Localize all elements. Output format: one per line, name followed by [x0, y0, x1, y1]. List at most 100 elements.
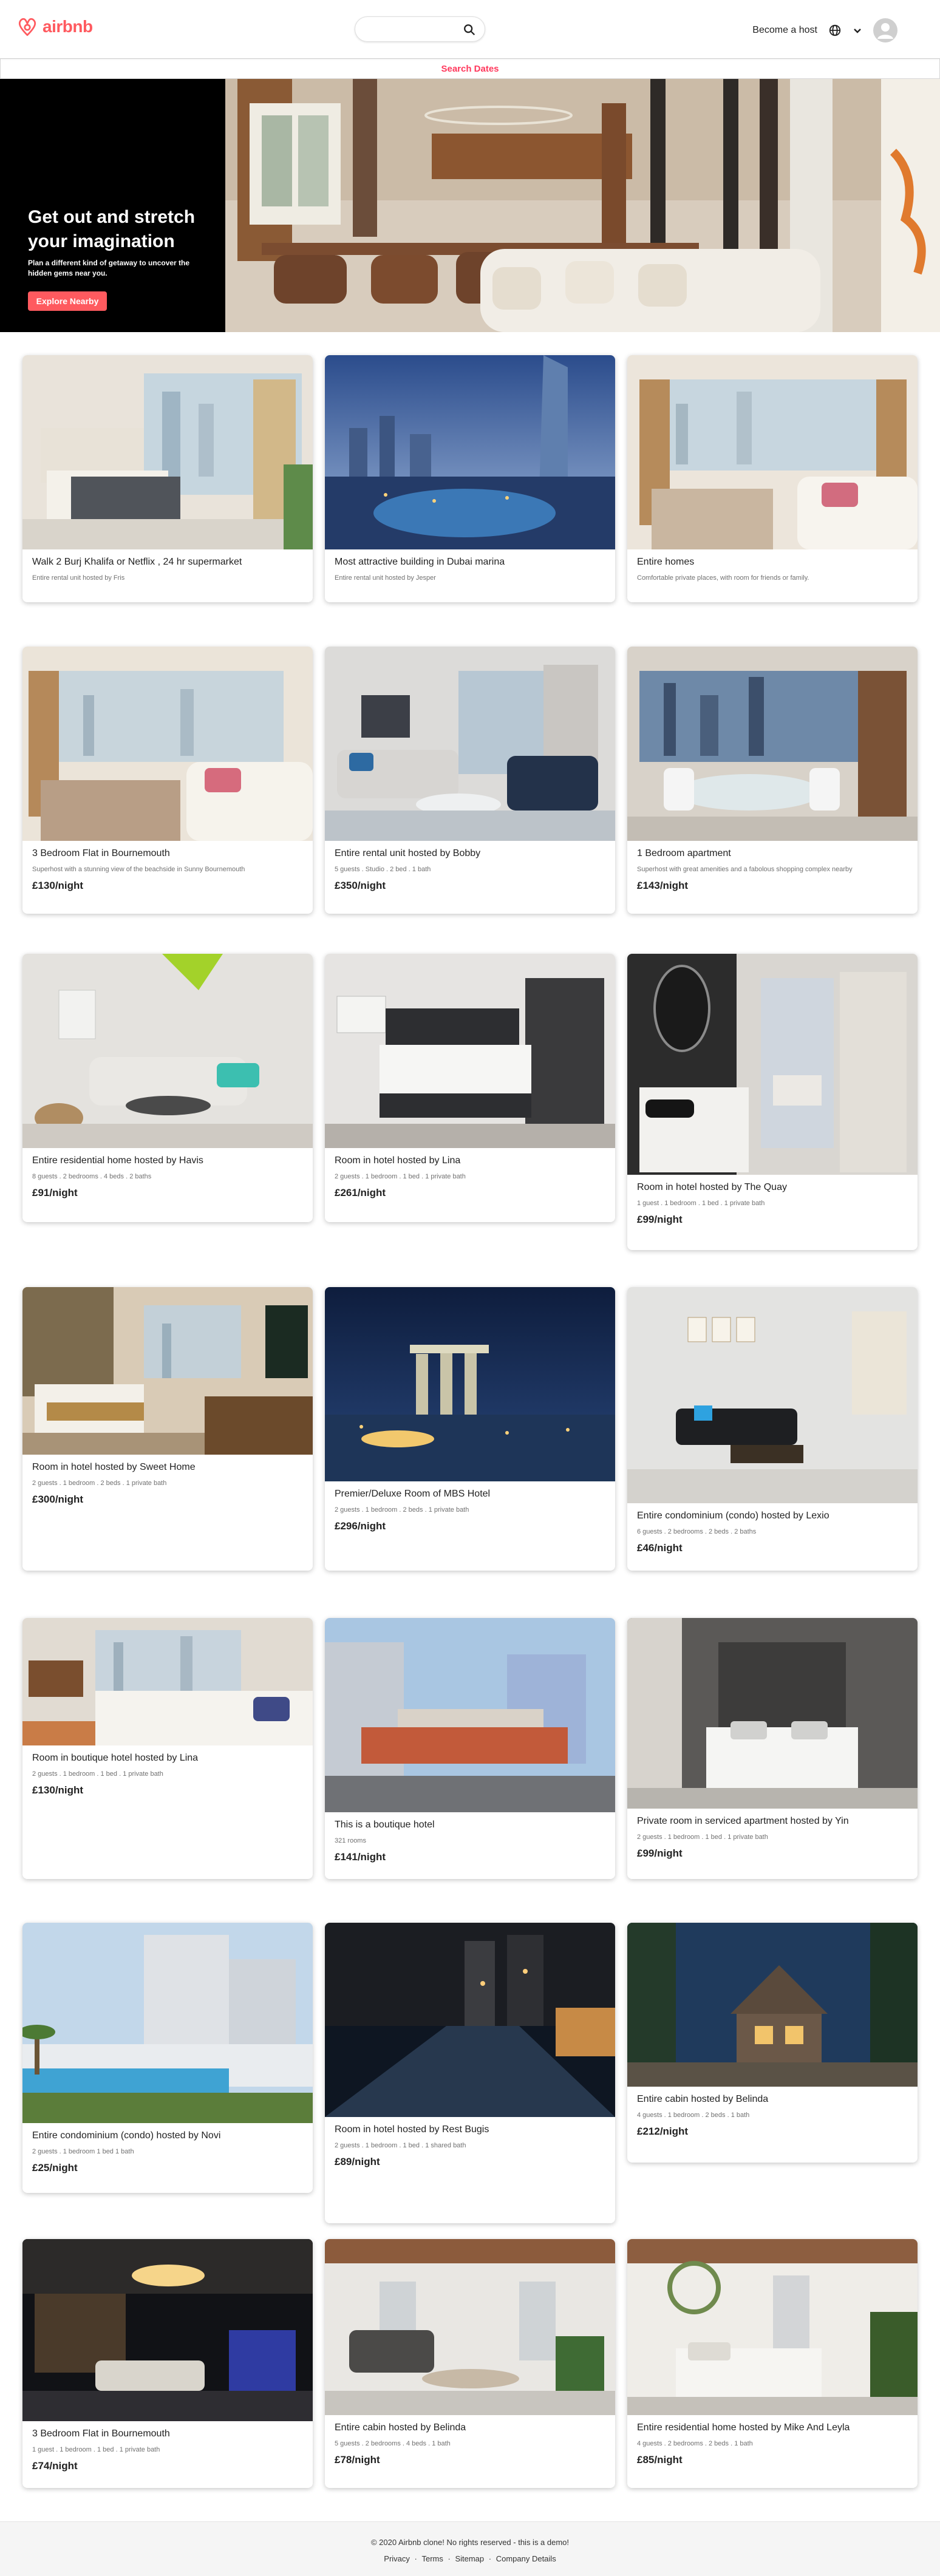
listing-title: Room in hotel hosted by Rest Bugis [335, 2124, 489, 2135]
airbnb-logo[interactable]: airbnb [17, 16, 93, 38]
listing-description: 321 rooms [335, 1837, 366, 1844]
listing-card[interactable]: 3 Bedroom Flat in Bournemouth Superhost … [22, 647, 313, 914]
listing-card[interactable]: Premier/Deluxe Room of MBS Hotel 2 guest… [325, 1287, 615, 1571]
listing-description: 2 guests . 1 bedroom . 1 bed . 1 shared … [335, 2142, 466, 2149]
footer-link-company-details[interactable]: Company Details [496, 2554, 556, 2563]
listing-description: Superhost with a stunning view of the be… [32, 866, 245, 873]
listing-card[interactable]: Entire condominium (condo) hosted by Lex… [627, 1287, 918, 1571]
listing-photo [325, 355, 615, 549]
listing-title: Room in hotel hosted by The Quay [637, 1182, 787, 1192]
listing-price: £261/night [335, 1187, 386, 1198]
listing-photo [325, 1287, 615, 1481]
listing-card[interactable]: Entire residential home hosted by Mike A… [627, 2239, 918, 2488]
listings-grid: Walk 2 Burj Khalifa or Netflix , 24 hr s… [0, 332, 940, 2521]
listing-card[interactable]: Walk 2 Burj Khalifa or Netflix , 24 hr s… [22, 355, 313, 602]
hero-subtitle: Plan a different kind of getaway to unco… [28, 259, 190, 277]
listing-card[interactable]: Entire rental unit hosted by Bobby 5 gue… [325, 647, 615, 914]
hero-interior-image [225, 79, 940, 332]
listing-card[interactable]: Entire cabin hosted by Belinda 5 guests … [325, 2239, 615, 2488]
listing-price: £74/night [32, 2460, 78, 2472]
listing-description: 6 guests . 2 bedrooms . 2 beds . 2 baths [637, 1528, 757, 1535]
listing-title: Entire homes [637, 557, 695, 567]
listing-price: £99/night [637, 1214, 683, 1225]
footer-links: Privacy · Terms · Sitemap · Company Deta… [0, 2554, 940, 2563]
listing-title: Entire condominium (condo) hosted by Nov… [32, 2130, 221, 2141]
listing-description: 2 guests . 1 bedroom . 2 beds . 1 privat… [32, 1480, 167, 1487]
listing-photo [325, 954, 615, 1148]
listing-price: £296/night [335, 1520, 386, 1532]
listing-photo [325, 647, 615, 841]
listing-description: 2 guests . 1 bedroom . 2 beds . 1 privat… [335, 1506, 469, 1514]
listing-card[interactable]: 1 Bedroom apartment Superhost with great… [627, 647, 918, 914]
airbnb-logo-icon [18, 18, 36, 36]
listing-card[interactable]: Entire condominium (condo) hosted by Nov… [22, 1923, 313, 2193]
listing-card[interactable]: Room in hotel hosted by Rest Bugis 2 gue… [325, 1923, 615, 2223]
listing-card[interactable]: Room in hotel hosted by The Quay 1 guest… [627, 954, 918, 1250]
listing-card[interactable]: Most attractive building in Dubai marina… [325, 355, 615, 602]
listing-photo [627, 355, 918, 549]
footer-link-terms[interactable]: Terms [421, 2554, 443, 2563]
listing-description: 1 guest . 1 bedroom . 1 bed . 1 private … [637, 1200, 765, 1207]
listing-price: £46/night [637, 1542, 683, 1554]
hero-banner: Get out and stretch your imagination Pla… [0, 79, 940, 332]
listing-photo [22, 1287, 313, 1455]
listing-photo [325, 1923, 615, 2117]
explore-nearby-button[interactable]: Explore Nearby [28, 291, 107, 311]
listing-description: 4 guests . 2 bedrooms . 2 beds . 1 bath [637, 2440, 753, 2447]
listing-card[interactable]: This is a boutique hotel 321 rooms £141/… [325, 1618, 615, 1879]
listing-title: Entire condominium (condo) hosted by Lex… [637, 1511, 829, 1521]
listing-description: 5 guests . 2 bedrooms . 4 beds . 1 bath [335, 2440, 451, 2447]
listing-title: Private room in serviced apartment hoste… [637, 1816, 849, 1826]
listing-description: Entire rental unit hosted by Jesper [335, 574, 436, 582]
listing-title: Entire cabin hosted by Belinda [335, 2422, 466, 2433]
site-header: airbnb Become a host [0, 0, 940, 58]
listing-card[interactable]: Entire residential home hosted by Havis … [22, 954, 313, 1222]
search-icon[interactable] [463, 23, 476, 36]
header-right-nav: Become a host [752, 18, 897, 42]
listing-title: Entire residential home hosted by Havis [32, 1155, 203, 1166]
listing-price: £141/night [335, 1851, 386, 1863]
listing-description: 4 guests . 1 bedroom . 2 beds . 1 bath [637, 2112, 750, 2119]
listing-photo [22, 954, 313, 1148]
listing-price: £130/night [32, 1784, 84, 1796]
user-avatar-icon[interactable] [873, 18, 897, 42]
listing-price: £85/night [637, 2454, 683, 2466]
listing-price: £143/night [637, 880, 689, 891]
listing-price: £300/night [32, 1494, 84, 1505]
listing-card[interactable]: Room in boutique hotel hosted by Lina 2 … [22, 1618, 313, 1879]
listing-card[interactable]: Entire cabin hosted by Belinda 4 guests … [627, 1923, 918, 2163]
footer-link-privacy[interactable]: Privacy [384, 2554, 410, 2563]
search-box[interactable] [355, 16, 485, 42]
search-input[interactable] [364, 22, 455, 36]
chevron-down-icon[interactable] [853, 25, 862, 35]
footer-separator: · [486, 2554, 494, 2563]
listing-title: 1 Bedroom apartment [637, 848, 731, 858]
footer-separator: · [412, 2554, 420, 2563]
become-host-link[interactable]: Become a host [752, 25, 817, 36]
listing-title: 3 Bedroom Flat in Bournemouth [32, 848, 170, 858]
listing-card[interactable]: Private room in serviced apartment hoste… [627, 1618, 918, 1879]
listing-card[interactable]: Room in hotel hosted by Sweet Home 2 gue… [22, 1287, 313, 1571]
listing-description: 5 guests . Studio . 2 bed . 1 bath [335, 866, 431, 873]
listing-title: This is a boutique hotel [335, 1820, 435, 1830]
listing-description: 2 guests . 1 bedroom . 1 bed . 1 private… [335, 1173, 466, 1180]
listing-price: £91/night [32, 1187, 78, 1198]
listing-photo [22, 2239, 313, 2421]
listing-description: Superhost with great amenities and a fab… [637, 866, 853, 873]
listing-card[interactable]: 3 Bedroom Flat in Bournemouth 1 guest . … [22, 2239, 313, 2488]
listing-photo [627, 954, 918, 1175]
listing-photo [325, 1618, 615, 1812]
listing-title: Walk 2 Burj Khalifa or Netflix , 24 hr s… [32, 557, 242, 567]
listing-description: 8 guests . 2 bedrooms . 4 beds . 2 baths [32, 1173, 152, 1180]
listing-card[interactable]: Entire homes Comfortable private places,… [627, 355, 918, 602]
listing-title: Most attractive building in Dubai marina [335, 557, 505, 567]
listing-card[interactable]: Room in hotel hosted by Lina 2 guests . … [325, 954, 615, 1222]
listing-description: Comfortable private places, with room fo… [637, 574, 809, 582]
globe-icon[interactable] [828, 24, 842, 37]
footer-copyright: © 2020 Airbnb clone! No rights reserved … [370, 2538, 570, 2547]
listing-title: Room in boutique hotel hosted by Lina [32, 1753, 199, 1763]
footer-separator: · [445, 2554, 453, 2563]
footer-link-sitemap[interactable]: Sitemap [455, 2554, 484, 2563]
listing-title: Entire rental unit hosted by Bobby [335, 848, 481, 858]
search-dates-button[interactable]: Search Dates [441, 64, 499, 74]
